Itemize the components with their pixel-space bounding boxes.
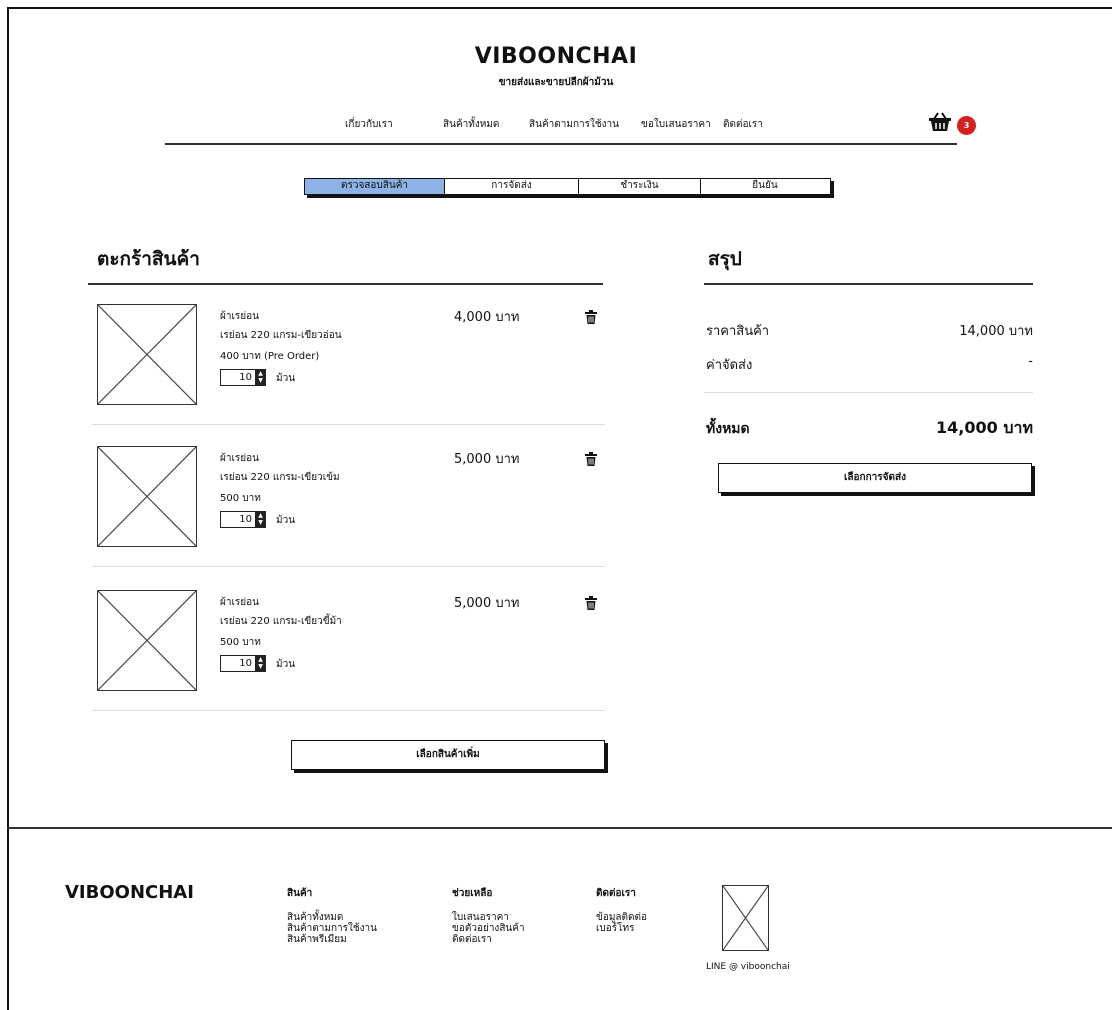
product-image-placeholder[interactable] (97, 304, 197, 405)
nav-all-products[interactable]: สินค้าทั้งหมด (443, 117, 499, 132)
choose-more-products-button[interactable]: เลือกสินค้าเพิ่ม (291, 740, 605, 770)
choose-shipping-button[interactable]: เลือกการจัดส่ง (718, 463, 1032, 493)
quantity-value[interactable]: 10 (221, 658, 255, 669)
row-divider (92, 424, 605, 425)
footer-link-request-sample[interactable]: ขอตัวอย่างสินค้า (452, 923, 525, 934)
product-name[interactable]: ผ้าเรย่อน (220, 595, 259, 610)
quantity-unit: ม้วน (276, 373, 296, 384)
cart-count-badge: 3 (957, 116, 976, 135)
subtotal-label: ราคาสินค้า (706, 324, 770, 339)
shipping-label: ค่าจัดส่ง (706, 358, 753, 373)
checkout-steps: ตรวจสอบสินค้า การจัดส่ง ชำระเงิน ยืนยัน (304, 178, 831, 195)
footer-brand[interactable]: VIBOONCHAI (65, 882, 194, 903)
footer-divider (7, 827, 1112, 829)
nav-about[interactable]: เกี่ยวกับเรา (345, 117, 393, 132)
product-unit-price: 500 บาท (220, 637, 261, 648)
cart-title: ตะกร้าสินค้า (97, 248, 200, 270)
product-unit-price: 500 บาท (220, 493, 261, 504)
header-divider (165, 143, 957, 145)
nav-products-by-usage[interactable]: สินค้าตามการใช้งาน (529, 117, 619, 132)
quantity-value[interactable]: 10 (221, 514, 255, 525)
footer-link-contact-info[interactable]: ข้อมูลติดต่อ (596, 912, 647, 923)
line-qr-code-placeholder (722, 885, 769, 951)
nav-request-quote[interactable]: ขอใบเสนอราคา (641, 117, 711, 132)
row-divider (92, 710, 605, 711)
product-unit-price: 400 บาท (Pre Order) (220, 351, 320, 362)
line-total: 5,000 บาท (454, 596, 520, 611)
trash-icon[interactable] (585, 451, 597, 466)
product-image-placeholder[interactable] (97, 446, 197, 547)
trash-icon[interactable] (585, 309, 597, 324)
row-divider (92, 566, 605, 567)
shipping-value: - (1028, 354, 1033, 369)
brand-logo[interactable]: VIBOONCHAI (0, 44, 1112, 69)
total-label: ทั้งหมด (706, 421, 750, 437)
footer-help-heading: ช่วยเหลือ (452, 888, 493, 899)
footer-link-phone[interactable]: เบอร์โทร (596, 923, 647, 934)
footer-link-premium-products[interactable]: สินค้าพรีเมียม (287, 934, 377, 945)
subtotal-value: 14,000 บาท (959, 324, 1033, 339)
summary-separator (704, 392, 1033, 393)
step-confirm[interactable]: ยืนยัน (701, 179, 829, 194)
line-total: 4,000 บาท (454, 310, 520, 325)
cart-divider (88, 283, 603, 285)
step-payment[interactable]: ชำระเงิน (579, 179, 701, 194)
step-shipping[interactable]: การจัดส่ง (445, 179, 579, 194)
quantity-unit: ม้วน (276, 515, 296, 526)
stepper-arrows-icon[interactable]: ▲ ▼ (255, 370, 265, 385)
line-total: 5,000 บาท (454, 452, 520, 467)
product-variant: เรย่อน 220 แกรม-เขียวขี้ม้า (220, 616, 342, 627)
stepper-arrows-icon[interactable]: ▲ ▼ (255, 512, 265, 527)
summary-title: สรุป (708, 248, 742, 270)
footer-link-all-products[interactable]: สินค้าทั้งหมด (287, 912, 377, 923)
stepper-arrows-icon[interactable]: ▲ ▼ (255, 656, 265, 671)
product-variant: เรย่อน 220 แกรม-เขียวเข้ม (220, 472, 340, 483)
footer-link-contact[interactable]: ติดต่อเรา (452, 934, 525, 945)
product-name[interactable]: ผ้าเรย่อน (220, 309, 259, 324)
trash-icon[interactable] (585, 595, 597, 610)
quantity-stepper[interactable]: 10 ▲ ▼ (220, 655, 266, 672)
footer-link-products-by-usage[interactable]: สินค้าตามการใช้งาน (287, 923, 377, 934)
nav-contact[interactable]: ติดต่อเรา (723, 117, 763, 132)
product-variant: เรย่อน 220 แกรม-เขียวอ่อน (220, 330, 342, 341)
step-review[interactable]: ตรวจสอบสินค้า (305, 179, 445, 194)
footer-contact-heading: ติดต่อเรา (596, 888, 636, 899)
quantity-stepper[interactable]: 10 ▲ ▼ (220, 511, 266, 528)
summary-divider (704, 283, 1033, 285)
footer-products-heading: สินค้า (287, 888, 313, 899)
brand-tagline: ขายส่งและขายปลีกผ้าม้วน (498, 77, 614, 88)
product-image-placeholder[interactable] (97, 590, 197, 691)
basket-icon[interactable] (928, 112, 952, 132)
footer-link-quote[interactable]: ใบเสนอราคา (452, 912, 525, 923)
product-name[interactable]: ผ้าเรย่อน (220, 451, 259, 466)
total-value: 14,000 บาท (936, 418, 1033, 437)
quantity-unit: ม้วน (276, 659, 296, 670)
quantity-value[interactable]: 10 (221, 372, 255, 383)
quantity-stepper[interactable]: 10 ▲ ▼ (220, 369, 266, 386)
line-id-text[interactable]: LINE @ viboonchai (706, 962, 790, 972)
